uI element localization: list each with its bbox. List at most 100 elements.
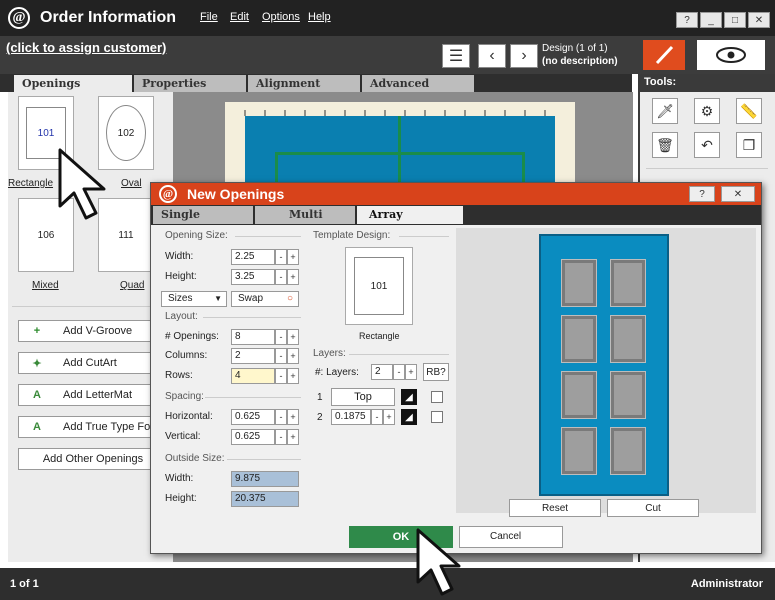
add-true-type-font-button[interactable]: A Add True Type Font [18, 416, 168, 438]
preview-opening [561, 427, 597, 475]
outside-height-value: 20.375 [231, 491, 299, 507]
color-picker-icon[interactable]: ◢ [401, 389, 417, 405]
rows-label: Rows: [165, 370, 193, 381]
tab-advanced[interactable]: Advanced [362, 75, 474, 92]
preview-opening [610, 427, 646, 475]
trash-icon[interactable]: 🗑 [652, 132, 678, 158]
gear-icon[interactable]: ⚙ [694, 98, 720, 124]
reveal-decrement[interactable]: - [371, 409, 383, 425]
pencil-icon [655, 45, 674, 65]
layer-checkbox[interactable] [431, 391, 443, 403]
openings-increment[interactable]: + [287, 329, 299, 345]
menu-options[interactable]: Options [262, 11, 300, 23]
color-picker-icon[interactable]: ◢ [401, 409, 417, 425]
layer-increment[interactable]: + [405, 364, 417, 380]
tab-openings[interactable]: Openings [14, 75, 132, 92]
dialog-help-button[interactable]: ? [689, 186, 715, 202]
opening-mixed[interactable]: 106 [18, 198, 74, 272]
layer-checkbox[interactable] [431, 411, 443, 423]
vertical-increment[interactable]: + [287, 429, 299, 445]
mat-preview[interactable] [245, 116, 555, 192]
columns-decrement[interactable]: - [275, 348, 287, 364]
opening-label[interactable]: Quad [120, 280, 144, 291]
maximize-button[interactable]: □ [724, 12, 746, 28]
cut-button[interactable]: Cut [607, 499, 699, 517]
columns-increment[interactable]: + [287, 348, 299, 364]
rows-input[interactable]: 4 [231, 368, 275, 384]
right-ruler [555, 116, 575, 186]
knife-icon[interactable]: 🗡 [652, 98, 678, 124]
layers-icon[interactable]: ❐ [736, 132, 762, 158]
help-button[interactable]: ? [676, 12, 698, 28]
outside-width-value: 9.875 [231, 471, 299, 487]
ok-button[interactable]: OK [349, 526, 453, 548]
openings-decrement[interactable]: - [275, 329, 287, 345]
opening-label[interactable]: Oval [121, 178, 142, 189]
next-design-button[interactable]: › [510, 44, 538, 68]
tab-array[interactable]: Array [357, 206, 463, 224]
horizontal-decrement[interactable]: - [275, 409, 287, 425]
openings-count-label: # Openings: [165, 331, 219, 342]
menu-help[interactable]: Help [308, 11, 331, 23]
layer-count-input[interactable]: 2 [371, 364, 393, 380]
tab-single[interactable]: Single [153, 206, 253, 224]
swap-label: Swap [238, 293, 264, 304]
vertical-decrement[interactable]: - [275, 429, 287, 445]
menu-file[interactable]: File [200, 11, 218, 23]
edit-pencil-button[interactable] [643, 40, 685, 70]
divider [349, 354, 449, 355]
layer-reveal-input[interactable]: 0.1875 [331, 409, 371, 425]
chevron-down-icon: ▼ [214, 294, 222, 303]
app-title: Order Information [40, 9, 177, 26]
hamburger-menu-icon[interactable]: ☰ [442, 44, 470, 68]
minimize-button[interactable]: _ [700, 12, 722, 28]
openings-count-input[interactable]: 8 [231, 329, 275, 345]
sizes-dropdown[interactable]: Sizes ▼ [161, 291, 227, 307]
layer-top-button[interactable]: Top [331, 388, 395, 406]
divider [12, 306, 168, 307]
assign-customer-link[interactable]: (click to assign customer) [6, 40, 166, 55]
close-button[interactable]: ✕ [748, 12, 770, 28]
array-preview [456, 228, 756, 513]
height-decrement[interactable]: - [275, 269, 287, 285]
ruler-icon[interactable]: 📏 [736, 98, 762, 124]
add-other-openings-button[interactable]: Add Other Openings [18, 448, 168, 470]
opening-label[interactable]: Rectangle [8, 178, 53, 189]
reset-button[interactable]: Reset [509, 499, 601, 517]
tab-multi[interactable]: Multi [255, 206, 355, 224]
opening-quad[interactable]: 111 [98, 198, 154, 272]
height-input[interactable]: 3.25 [231, 269, 275, 285]
template-design-thumbnail[interactable]: 101 [345, 247, 413, 325]
add-lettermat-button[interactable]: A Add LetterMat [18, 384, 168, 406]
tab-properties[interactable]: Properties [134, 75, 246, 92]
layer-decrement[interactable]: - [393, 364, 405, 380]
horizontal-increment[interactable]: + [287, 409, 299, 425]
width-decrement[interactable]: - [275, 249, 287, 265]
width-input[interactable]: 2.25 [231, 249, 275, 265]
app-titlebar: @ Order Information File Edit Options He… [0, 0, 775, 36]
dialog-close-button[interactable]: ✕ [721, 186, 755, 202]
vertical-spacing-input[interactable]: 0.625 [231, 429, 275, 445]
columns-input[interactable]: 2 [231, 348, 275, 364]
preview-opening [561, 259, 597, 307]
rows-decrement[interactable]: - [275, 368, 287, 384]
view-button[interactable] [697, 40, 765, 70]
opening-rectangle[interactable]: 101 [18, 96, 74, 170]
previous-design-button[interactable]: ‹ [478, 44, 506, 68]
dialog-logo: @ [159, 185, 177, 203]
reveal-increment[interactable]: + [383, 409, 395, 425]
swap-button[interactable]: Swap ○ [231, 291, 299, 307]
rb-button[interactable]: RB? [423, 363, 449, 381]
width-increment[interactable]: + [287, 249, 299, 265]
cancel-button[interactable]: Cancel [459, 526, 563, 548]
tab-alignment[interactable]: Alignment [248, 75, 360, 92]
horizontal-spacing-input[interactable]: 0.625 [231, 409, 275, 425]
menu-edit[interactable]: Edit [230, 11, 249, 23]
undo-icon[interactable]: ↶ [694, 132, 720, 158]
rows-increment[interactable]: + [287, 368, 299, 384]
height-increment[interactable]: + [287, 269, 299, 285]
add-cutart-button[interactable]: ✦ Add CutArt [18, 352, 168, 374]
opening-label[interactable]: Mixed [32, 280, 59, 291]
opening-oval[interactable]: 102 [98, 96, 154, 170]
add-v-groove-button[interactable]: + Add V-Groove [18, 320, 168, 342]
